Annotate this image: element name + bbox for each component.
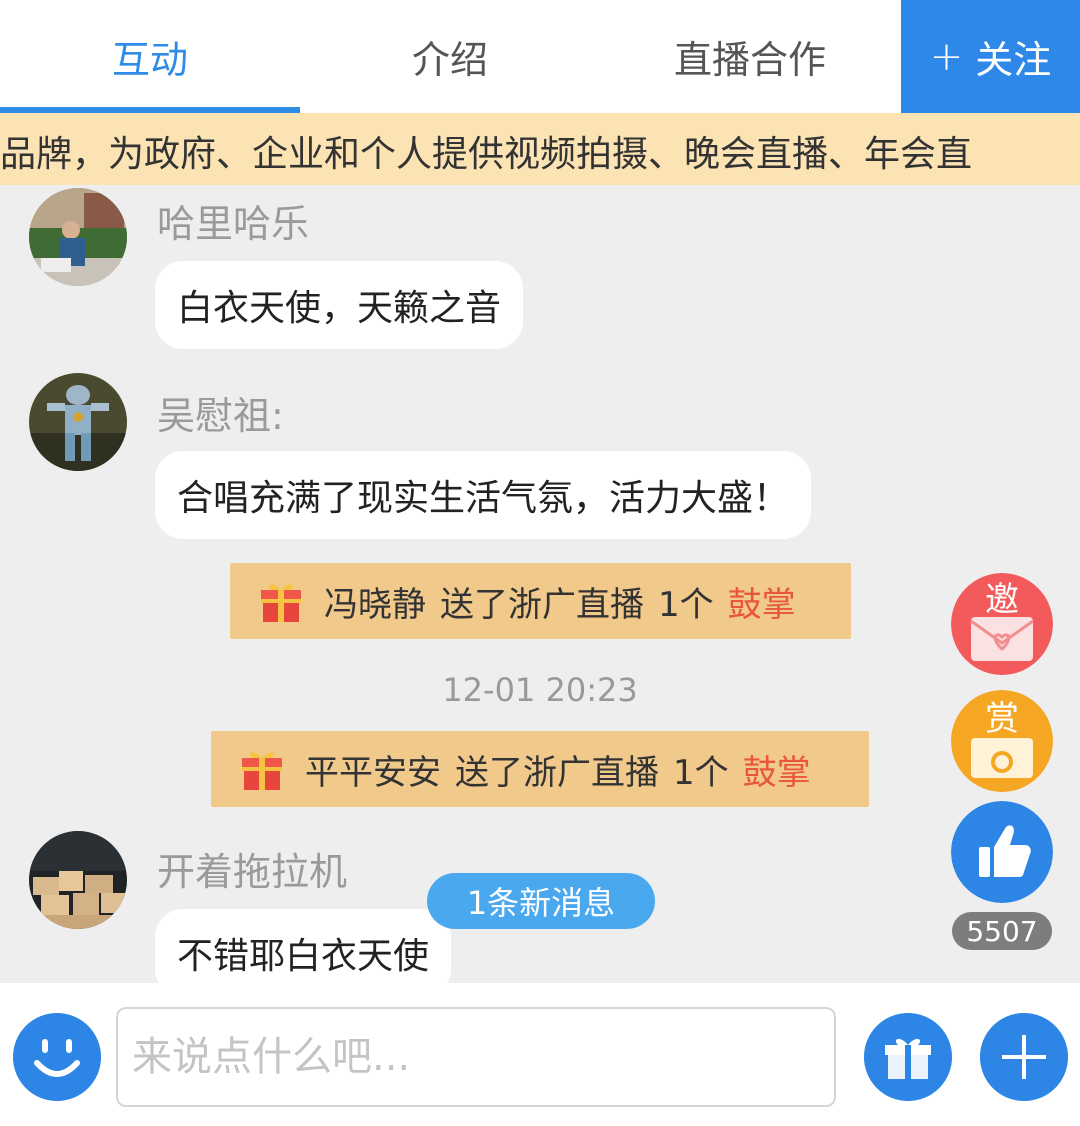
tab-live-cooperation[interactable]: 直播合作 bbox=[600, 0, 900, 113]
gift-box-icon bbox=[242, 752, 282, 790]
invite-envelope-icon: 邀 bbox=[951, 573, 1053, 675]
gift-notification: 平平安安 送了浙广直播 1个 鼓掌 bbox=[211, 731, 869, 807]
new-message-indicator[interactable]: 1条新消息 bbox=[427, 873, 655, 929]
reward-envelope-icon: 赏 bbox=[951, 690, 1053, 792]
robot-figure-avatar bbox=[29, 373, 127, 471]
photo-child-avatar bbox=[29, 188, 127, 286]
gift-button[interactable] bbox=[864, 1013, 952, 1101]
gift-action: 送了浙广直播 bbox=[455, 752, 659, 793]
message-timestamp: 12-01 20:23 bbox=[442, 671, 638, 709]
more-button[interactable] bbox=[980, 1013, 1068, 1101]
invite-label: 邀 bbox=[985, 580, 1019, 620]
avatar[interactable] bbox=[29, 831, 127, 929]
gift-count: 1个 bbox=[658, 584, 714, 625]
gift-notification: 冯晓静 送了浙广直播 1个 鼓掌 bbox=[230, 563, 851, 639]
message-username: 吴慰祖: bbox=[157, 394, 284, 438]
message-username: 开着拖拉机 bbox=[157, 850, 348, 894]
reward-label: 赏 bbox=[985, 699, 1019, 739]
plus-icon bbox=[980, 1013, 1068, 1101]
gift-action: 送了浙广直播 bbox=[440, 584, 644, 625]
gift-count: 1个 bbox=[673, 752, 729, 793]
wood-blocks-avatar bbox=[29, 831, 127, 929]
gift-sender: 冯晓静 bbox=[324, 584, 426, 625]
chat-area[interactable]: 哈里哈乐 白衣天使，天籁之音 吴慰祖: 合唱充满了现实生活气氛，活力大盛！ 冯晓… bbox=[0, 185, 1080, 983]
banner-text: 播品牌，为政府、企业和个人提供视频拍摄、晚会直播、年会直 bbox=[0, 134, 973, 175]
like-count-badge: 5507 bbox=[952, 912, 1052, 950]
message-username: 哈里哈乐 bbox=[157, 202, 310, 246]
avatar[interactable] bbox=[29, 373, 127, 471]
thumbs-up-icon bbox=[951, 801, 1053, 903]
tab-introduction[interactable]: 介绍 bbox=[300, 0, 600, 113]
message-bubble: 合唱充满了现实生活气氛，活力大盛！ bbox=[155, 451, 812, 539]
invite-button[interactable]: 邀 bbox=[951, 573, 1053, 675]
follow-label: 关注 bbox=[975, 38, 1052, 82]
message-bubble: 不错耶白衣天使 bbox=[155, 909, 452, 983]
bottom-input-bar bbox=[0, 983, 1080, 1126]
message-bubble: 白衣天使，天籁之音 bbox=[155, 261, 524, 349]
reward-button[interactable]: 赏 bbox=[951, 690, 1053, 792]
top-tab-bar: 互动 介绍 直播合作 + 关注 bbox=[0, 0, 1080, 113]
tab-interaction[interactable]: 互动 bbox=[0, 0, 300, 113]
avatar[interactable] bbox=[29, 188, 127, 286]
smiley-icon bbox=[13, 1013, 101, 1101]
gift-name: 鼓掌 bbox=[727, 584, 796, 625]
gift-sender: 平平安安 bbox=[305, 752, 441, 793]
like-button[interactable] bbox=[951, 801, 1053, 903]
emoji-button[interactable] bbox=[13, 1013, 101, 1101]
comment-input[interactable] bbox=[116, 1007, 836, 1107]
announcement-banner: 播品牌，为政府、企业和个人提供视频拍摄、晚会直播、年会直 bbox=[0, 113, 1080, 185]
gift-box-icon bbox=[261, 584, 301, 622]
gift-name: 鼓掌 bbox=[742, 752, 811, 793]
plus-icon: + bbox=[929, 33, 964, 80]
gift-icon bbox=[864, 1013, 952, 1101]
follow-button[interactable]: + 关注 bbox=[901, 0, 1080, 113]
